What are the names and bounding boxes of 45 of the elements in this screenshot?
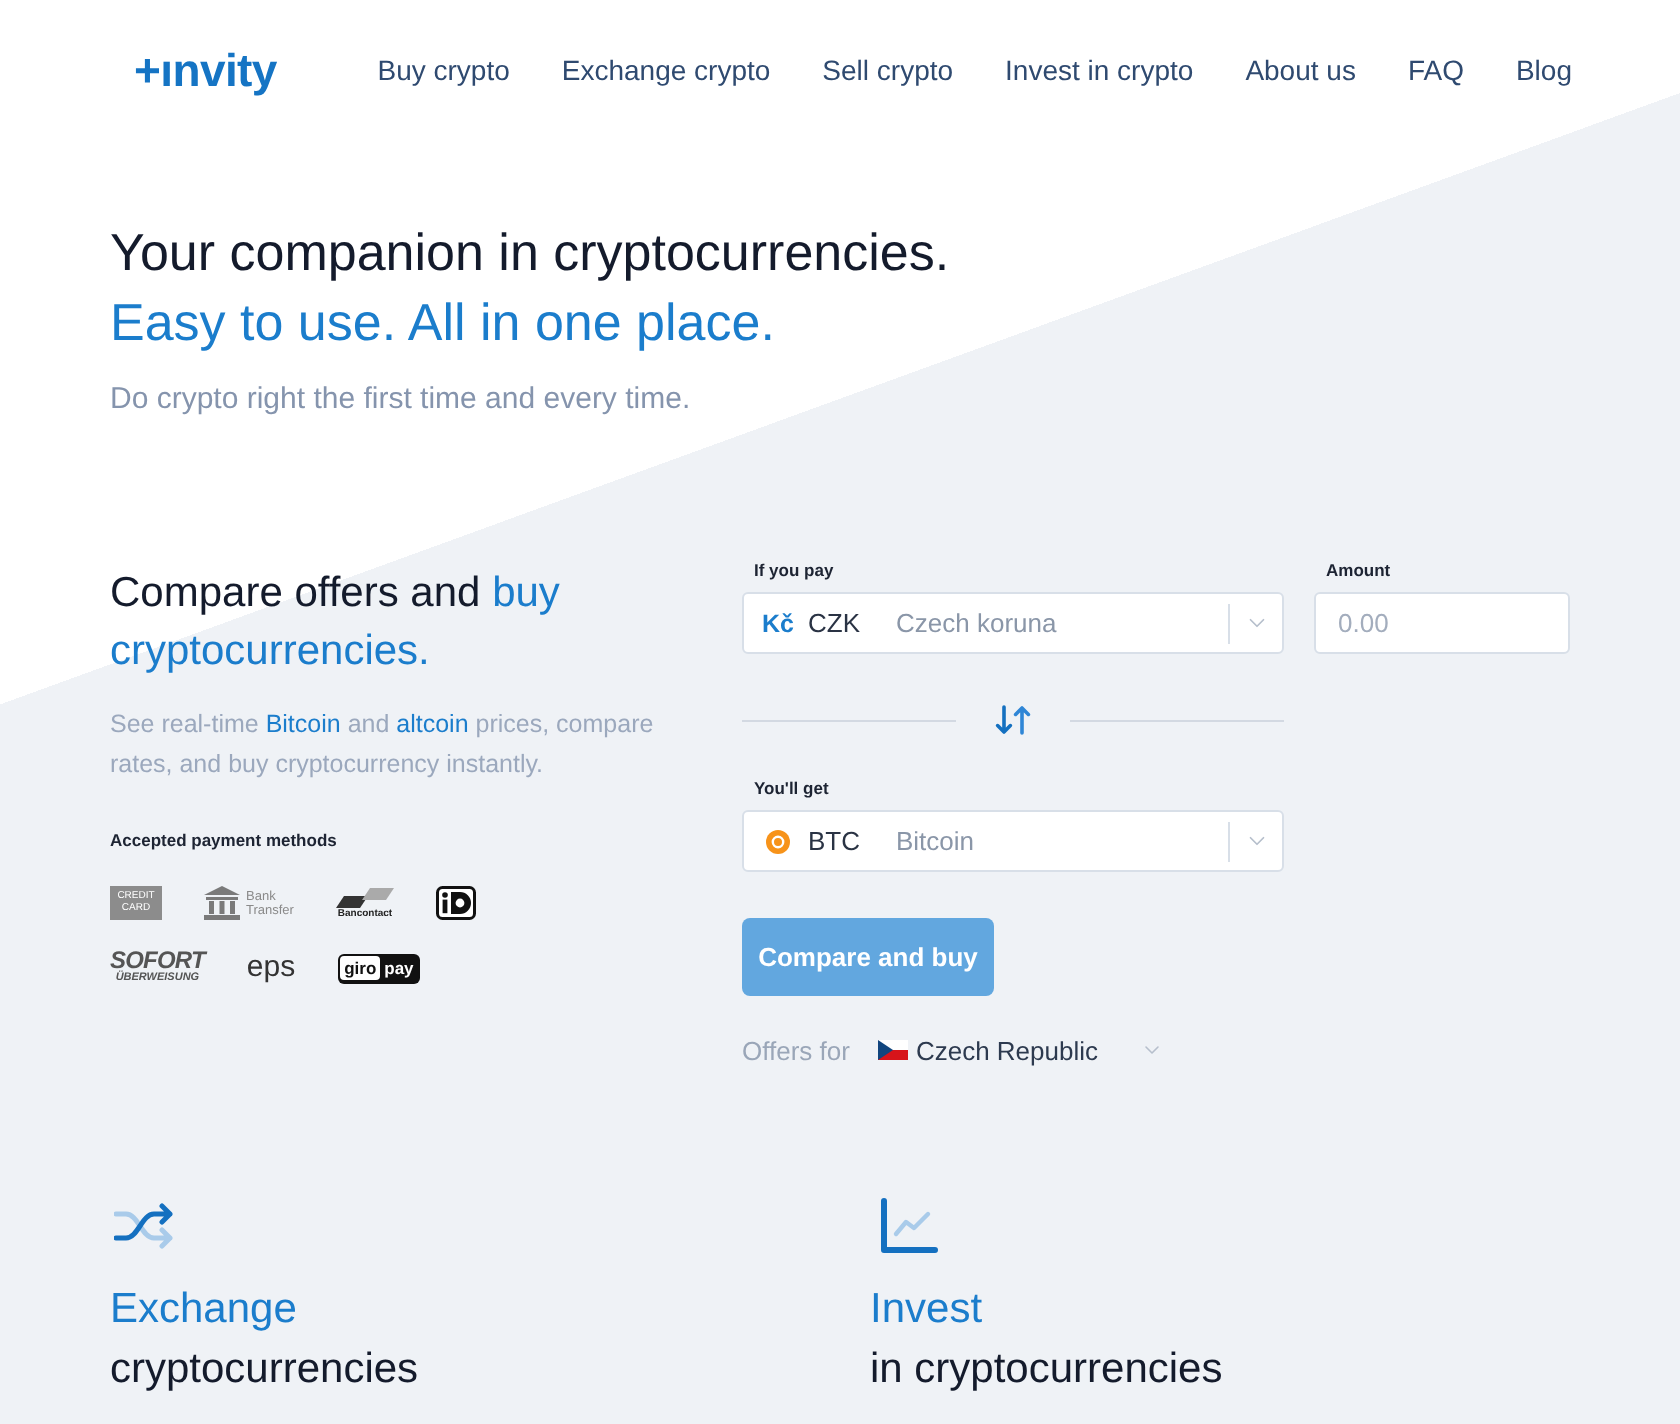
currency-code: CZK	[808, 608, 862, 638]
field-label: If you pay	[752, 558, 836, 584]
field-label: You'll get	[752, 776, 829, 802]
section-description: See real-time Bitcoin and altcoin prices, compare rates, and buy cryptocurrency instantly.	[110, 708, 656, 782]
feature-subtitle: in cryptocurrencies	[870, 1344, 1223, 1396]
currency-name: Czech koruna	[896, 608, 1059, 638]
offers-label: Offers for	[742, 1035, 850, 1065]
text-link[interactable]: altcoin	[396, 710, 469, 738]
nav-link[interactable]: Exchange crypto	[561, 52, 771, 88]
currency-select[interactable]: Kč CZK Czech koruna	[742, 592, 1284, 654]
shuffle-icon	[114, 1202, 178, 1250]
payment-logo-icon	[436, 886, 476, 920]
currency-name: Bitcoin	[896, 826, 977, 856]
coin-icon	[766, 829, 790, 853]
logo[interactable]: +ınvity	[134, 44, 277, 96]
amount-input[interactable]: 0.00	[1314, 592, 1570, 654]
currency-code: BTC	[808, 826, 862, 856]
hero-title: Your companion in cryptocurrencies.	[110, 220, 952, 286]
chart-icon	[880, 1198, 938, 1254]
country-select[interactable]: Czech Republic	[877, 1035, 1164, 1065]
currency-symbol: Kč	[762, 609, 796, 637]
nav-link[interactable]: Buy crypto	[377, 52, 510, 88]
hero-tagline: Easy to use. All in one place.	[110, 290, 777, 356]
nav-link[interactable]: Sell crypto	[822, 52, 954, 88]
feature-title: Invest	[870, 1284, 983, 1336]
nav-link[interactable]: FAQ	[1407, 52, 1464, 88]
section-heading: Compare offers and buy cryptocurrencies.	[110, 568, 562, 678]
bank-icon	[204, 886, 240, 920]
field-label: Amount	[1324, 558, 1393, 584]
payment-label: eps	[246, 952, 296, 984]
currency-select[interactable]: BTC Bitcoin	[742, 810, 1284, 872]
logo-text: giro	[340, 956, 381, 980]
nav-link[interactable]: About us	[1245, 52, 1356, 88]
feature-subtitle: cryptocurrencies	[110, 1344, 419, 1396]
text-link[interactable]: Bitcoin	[265, 710, 341, 738]
nav-link[interactable]: Blog	[1515, 52, 1572, 88]
payment-label: SOFORT	[110, 950, 205, 972]
logo-text: pay	[382, 956, 416, 980]
nav-link[interactable]: Invest in crypto	[1005, 52, 1194, 88]
hero-subtitle: Do crypto right the first time and every time.	[110, 380, 693, 420]
flag-icon	[877, 1040, 908, 1060]
payment-methods-title: Accepted payment methods	[110, 828, 337, 852]
swap-icon[interactable]	[994, 704, 1032, 736]
feature-title: Exchange	[110, 1284, 297, 1336]
swoosh-icon	[336, 887, 394, 907]
